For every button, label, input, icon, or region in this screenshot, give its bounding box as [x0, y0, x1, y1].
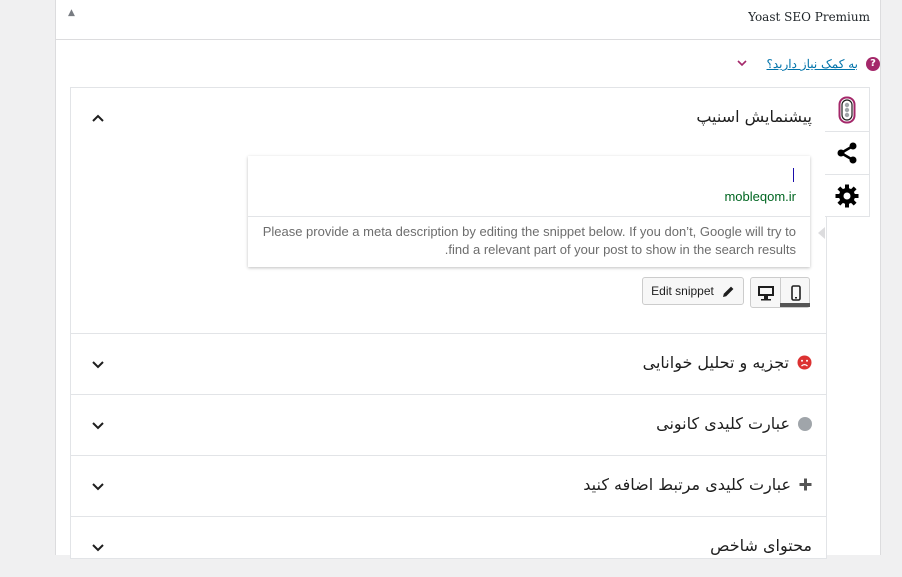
snippet-preview-label: پیشنمایش اسنیپ	[696, 107, 812, 126]
cornerstone-label: محتوای شاخص	[710, 536, 812, 555]
gear-icon	[835, 184, 859, 207]
help-row: به کمک نیاز دارید؟ ?	[736, 55, 880, 73]
readability-title: تجزیه و تحلیل خوانایی	[643, 353, 812, 372]
settings-tab[interactable]	[825, 174, 869, 217]
edit-snippet-button[interactable]: Edit snippet	[642, 277, 744, 305]
yoast-sidebar-tabs	[825, 87, 870, 217]
edit-snippet-label: Edit snippet	[651, 284, 714, 298]
focus-keyphrase-label: عبارت کلیدی کانونی	[656, 414, 790, 433]
snippet-url: mobleqom.ir	[724, 189, 796, 204]
desktop-icon	[757, 285, 774, 300]
chevron-up-icon[interactable]	[91, 111, 105, 125]
metabox-title: Yoast SEO Premium	[748, 10, 870, 24]
snippet-preview-title[interactable]: پیشنمایش اسنیپ	[696, 107, 812, 126]
plus-icon	[799, 478, 812, 491]
bad-score-icon	[797, 355, 812, 370]
pencil-icon	[722, 286, 734, 297]
section-cornerstone[interactable]: محتوای شاخص	[71, 517, 826, 577]
section-snippet-preview: پیشنمایش اسنیپ mobleqom.ir Please provid…	[71, 88, 826, 334]
traffic-light-icon	[838, 96, 856, 123]
snippet-description: Please provide a meta description by edi…	[262, 224, 796, 257]
cornerstone-title: محتوای شاخص	[710, 536, 812, 555]
title-caret	[793, 168, 794, 182]
chevron-down-icon[interactable]	[91, 419, 105, 433]
section-readability[interactable]: تجزیه و تحلیل خوانایی	[71, 334, 826, 395]
related-keyphrase-title: عبارت کلیدی مرتبط اضافه کنید	[583, 475, 812, 494]
sidebar-pointer	[818, 227, 825, 239]
chevron-down-icon[interactable]	[91, 358, 105, 372]
related-keyphrase-label: عبارت کلیدی مرتبط اضافه کنید	[583, 475, 791, 494]
social-tab[interactable]	[825, 131, 869, 175]
neutral-score-icon	[798, 416, 812, 431]
chevron-down-icon[interactable]	[91, 541, 105, 555]
share-icon	[837, 142, 857, 163]
collapse-arrow-icon[interactable]: ▲	[68, 8, 75, 18]
focus-keyphrase-title: عبارت کلیدی کانونی	[656, 414, 812, 433]
active-mode-indicator	[780, 303, 810, 307]
readability-label: تجزیه و تحلیل خوانایی	[642, 353, 789, 372]
question-icon[interactable]: ?	[866, 57, 880, 71]
seo-analysis-tab[interactable]	[825, 88, 869, 132]
yoast-panel: پیشنمایش اسنیپ mobleqom.ir Please provid…	[70, 87, 827, 559]
mobile-icon	[790, 284, 801, 301]
chevron-down-icon[interactable]	[91, 480, 105, 494]
snippet-divider	[248, 216, 810, 217]
section-related-keyphrase[interactable]: عبارت کلیدی مرتبط اضافه کنید	[71, 456, 826, 517]
metabox-header[interactable]: ▲ Yoast SEO Premium	[56, 0, 880, 40]
desktop-preview-button[interactable]	[751, 278, 781, 307]
section-focus-keyphrase[interactable]: عبارت کلیدی کانونی	[71, 395, 826, 456]
snippet-card[interactable]: mobleqom.ir Please provide a meta descri…	[248, 156, 810, 267]
preview-mode-toggle	[750, 277, 810, 308]
help-link[interactable]: به کمک نیاز دارید؟	[767, 57, 859, 71]
chevron-down-icon[interactable]	[736, 59, 747, 70]
